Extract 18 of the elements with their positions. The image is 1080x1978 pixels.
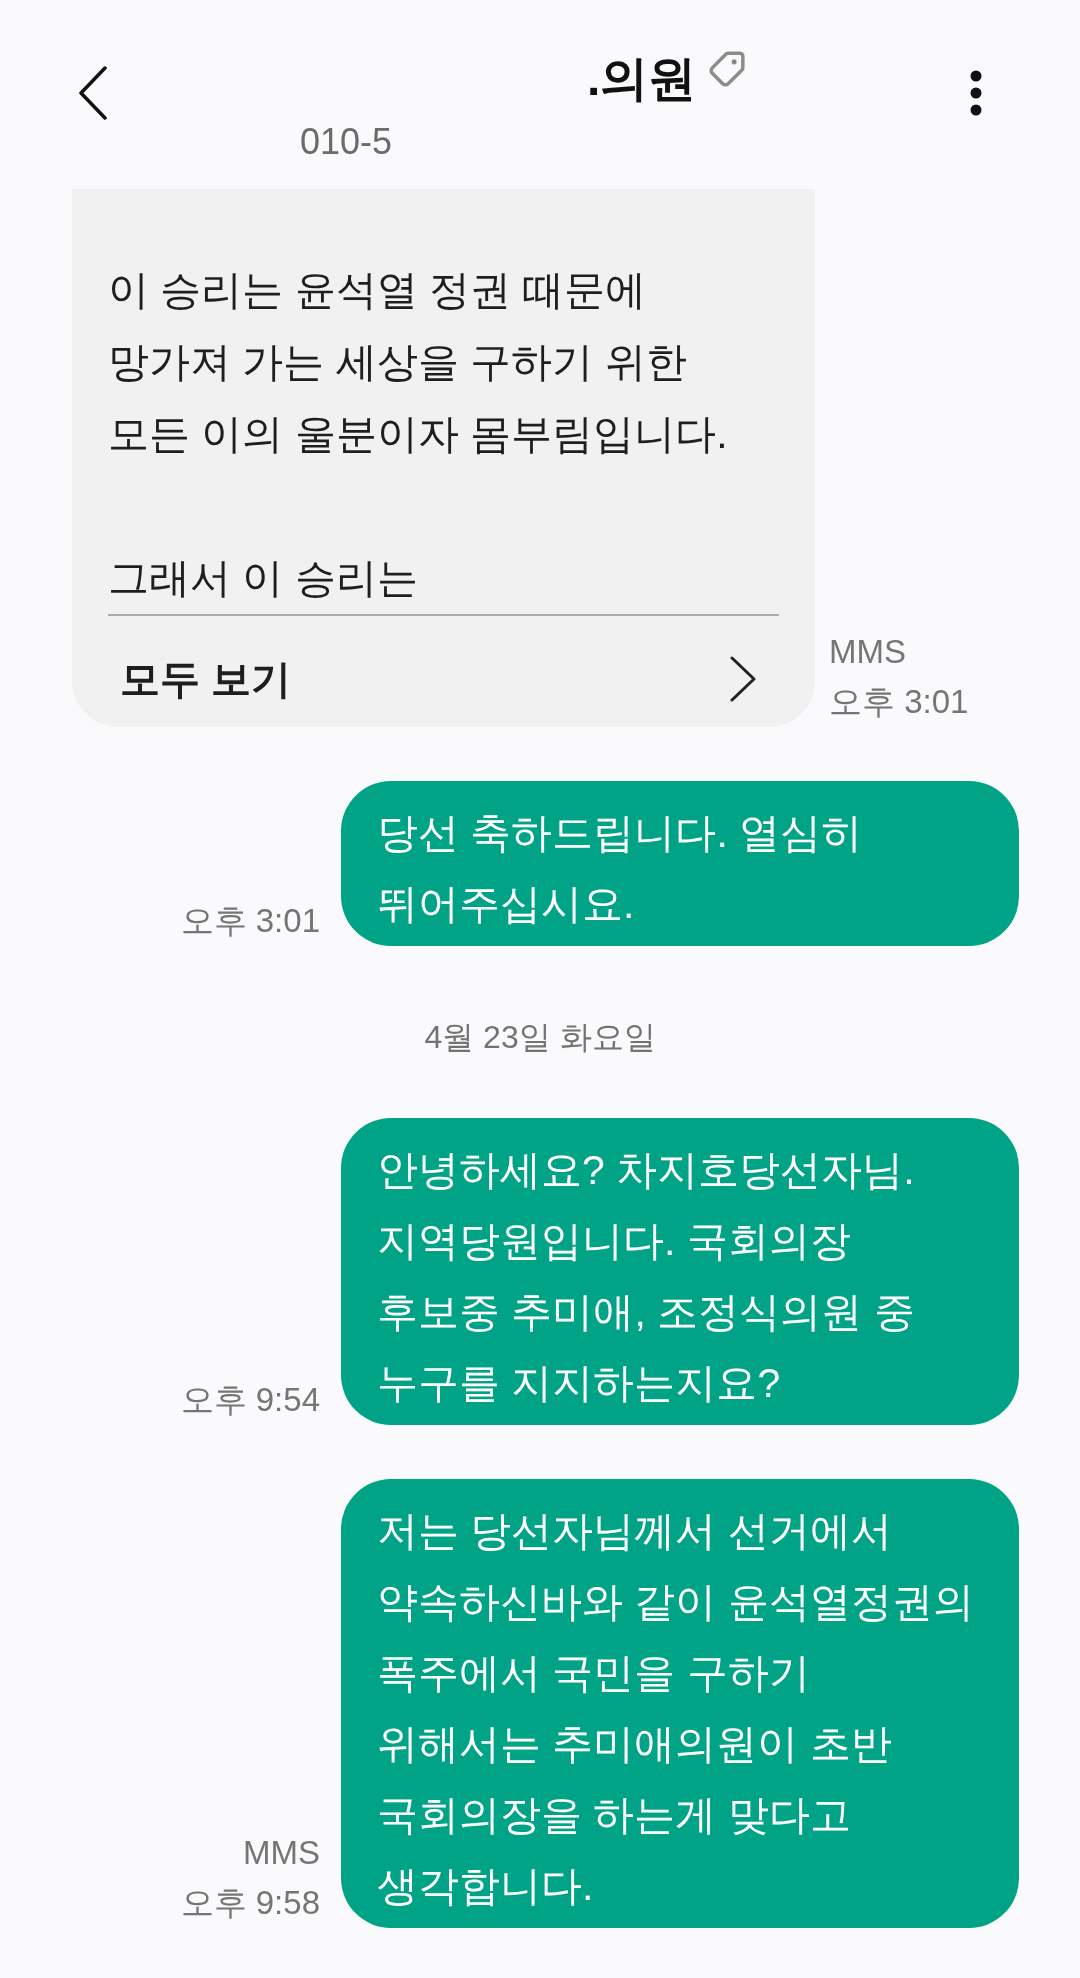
message-text: 당선 축하드립니다. 열심히 뛰어주십시요.: [377, 809, 864, 929]
more-options-icon: [970, 70, 982, 116]
message-type: MMS: [243, 1833, 320, 1873]
message-text: 안녕하세요? 차지호당선자님. 지역당원입니다. 국회의장 후보중 추미애, 조정식의원 중 누구를 지지하는지요?: [377, 1146, 916, 1408]
tag-icon[interactable]: [708, 50, 747, 88]
message-text: 저는 당선자님께서 선거에서 약속하신바와 같이 윤석열정권의 폭주에서 국민을 구하기 위해서는 추미애의원이 초반 국회의장을 하는게 맞다고 생각합니다.: [377, 1507, 975, 1911]
view-all-button[interactable]: 모두 보기: [108, 616, 779, 727]
message-type: MMS: [829, 632, 906, 672]
message-time: 오후 3:01: [180, 901, 320, 941]
message-text: 이 승리는 윤석열 정권 때문에 망가져 가는 세상을 구하기 위한 모든 이의 울분이자 몸부림입니다. 그래서 이 승리는: [108, 266, 729, 603]
message-time: 오후 9:58: [180, 1883, 320, 1923]
back-icon: [78, 66, 108, 120]
date-separator: 4월 23일 화요일: [424, 1018, 656, 1057]
message-time: 오후 3:01: [829, 682, 969, 722]
message-time: 오후 9:54: [180, 1380, 320, 1420]
contact-name: .의원: [587, 51, 697, 107]
phone-number: 010-5: [300, 120, 393, 163]
chevron-right-icon: [730, 655, 756, 702]
